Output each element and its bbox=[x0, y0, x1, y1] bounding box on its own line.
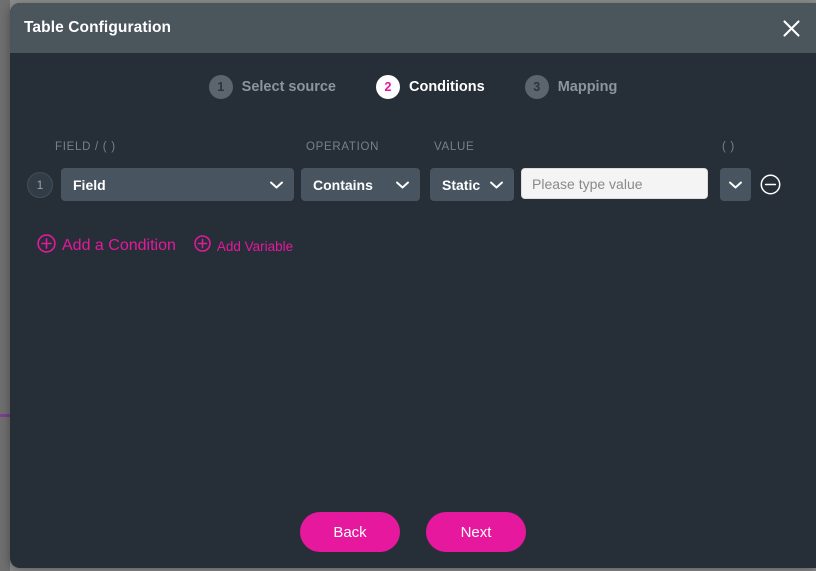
field-select-value: Field bbox=[61, 177, 264, 193]
step-label: Conditions bbox=[409, 79, 485, 95]
column-header-operation: OPERATION bbox=[306, 141, 379, 153]
field-select[interactable]: Field bbox=[61, 168, 294, 201]
step-select-source[interactable]: 1 Select source bbox=[209, 75, 336, 99]
table-configuration-dialog: Table Configuration 1 Select source 2 Co… bbox=[10, 3, 816, 568]
back-button[interactable]: Back bbox=[300, 512, 400, 552]
operation-select[interactable]: Contains bbox=[301, 168, 420, 201]
step-number: 3 bbox=[525, 75, 549, 99]
paren-select[interactable] bbox=[720, 168, 751, 201]
plus-circle-icon bbox=[37, 234, 56, 258]
page-title: Table Configuration bbox=[24, 3, 171, 53]
chevron-down-icon bbox=[264, 181, 294, 189]
operation-select-value: Contains bbox=[301, 177, 390, 193]
minus-circle-icon[interactable] bbox=[760, 174, 781, 195]
add-variable-label: Add Variable bbox=[217, 239, 293, 254]
add-condition-button[interactable]: Add a Condition bbox=[37, 234, 176, 258]
conditions-column-headers: FIELD / ( ) OPERATION VALUE ( ) bbox=[10, 141, 816, 157]
value-type-select-value: Static bbox=[430, 177, 484, 193]
condition-row: 1 Field Contains Static bbox=[10, 168, 816, 202]
left-rail bbox=[0, 0, 10, 571]
step-label: Mapping bbox=[558, 79, 618, 95]
step-conditions[interactable]: 2 Conditions bbox=[376, 75, 485, 99]
dialog-header: Table Configuration bbox=[10, 3, 816, 53]
step-number: 2 bbox=[376, 75, 400, 99]
value-input[interactable] bbox=[521, 168, 708, 199]
add-condition-label: Add a Condition bbox=[62, 237, 176, 255]
condition-index-badge: 1 bbox=[27, 172, 53, 198]
value-type-select[interactable]: Static bbox=[430, 168, 514, 201]
add-actions: Add a Condition Add Variable bbox=[37, 234, 293, 258]
plus-circle-icon bbox=[194, 235, 211, 257]
chevron-down-icon bbox=[484, 181, 514, 189]
close-icon[interactable] bbox=[774, 11, 808, 45]
add-variable-button[interactable]: Add Variable bbox=[194, 235, 293, 257]
next-button[interactable]: Next bbox=[426, 512, 526, 552]
dialog-footer: Back Next bbox=[10, 496, 816, 568]
step-label: Select source bbox=[242, 79, 336, 95]
chevron-down-icon bbox=[390, 181, 420, 189]
chevron-down-icon bbox=[729, 176, 742, 194]
column-header-paren: ( ) bbox=[722, 141, 735, 153]
column-header-field: FIELD / ( ) bbox=[55, 141, 116, 153]
column-header-value: VALUE bbox=[434, 141, 474, 153]
step-number: 1 bbox=[209, 75, 233, 99]
step-mapping[interactable]: 3 Mapping bbox=[525, 75, 618, 99]
wizard-stepper: 1 Select source 2 Conditions 3 Mapping bbox=[10, 53, 816, 121]
rail-marker bbox=[0, 414, 10, 417]
